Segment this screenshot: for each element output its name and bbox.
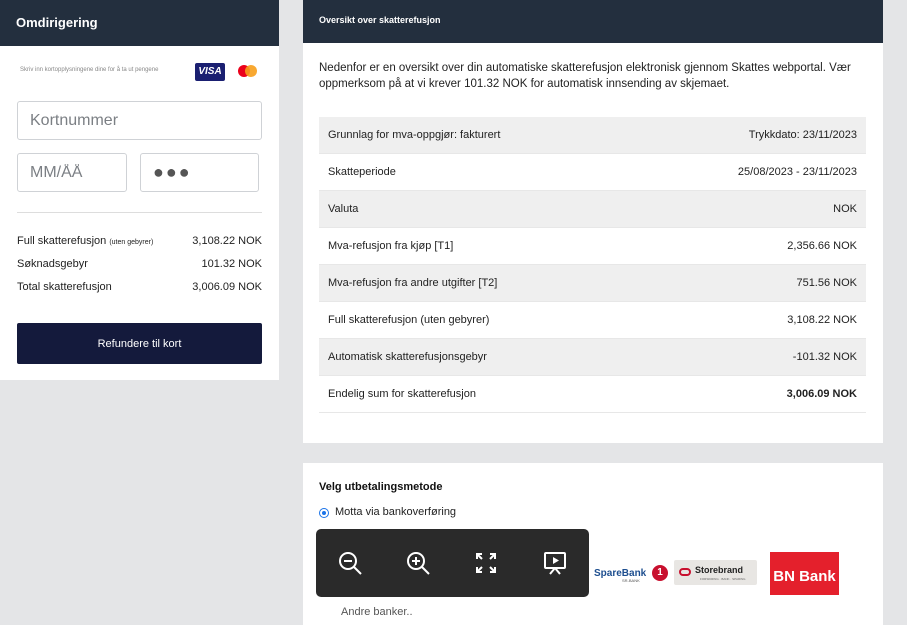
summary-value: 3,006.09 NOK [192,281,262,293]
summary-value: 101.32 NOK [201,258,262,270]
row-value: 25/08/2023 - 23/11/2023 [737,166,857,178]
card-hint-text: Skriv inn kortopplysningene dine for å t… [20,67,159,73]
overview-title: Oversikt over skatterefusjon [303,0,883,43]
mastercard-logo [234,63,264,81]
row-label: Valuta [328,203,359,215]
zoom-out-icon[interactable] [336,549,364,577]
row-value: 2,356.66 NOK [787,240,857,252]
slideshow-icon[interactable] [541,549,569,577]
table-row: Grunnlag for mva-oppgjør: fakturert Tryk… [319,117,866,154]
cvc-input[interactable]: ●●● [140,153,259,192]
summary-label: Full skatterefusjon [17,235,107,247]
divider [17,212,262,213]
table-row-total: Endelig sum for skatterefusjon 3,006.09 … [319,376,866,413]
overview-intro: Nedenfor er en oversikt over din automat… [319,62,851,90]
row-value: 3,006.09 NOK [786,388,857,400]
row-value: 3,108.22 NOK [787,314,857,326]
row-label: Skatteperiode [328,166,396,178]
storebrand-logo[interactable]: Storebrand FORSIKRING · BANK · SPARING [674,560,757,585]
row-value: Trykkdato: 23/11/2023 [748,129,857,141]
row-value: -101.32 NOK [792,351,857,363]
refund-table: Grunnlag for mva-oppgjør: fakturert Tryk… [319,117,866,413]
table-row: Mva-refusjon fra kjøp [T1] 2,356.66 NOK [319,228,866,265]
summary-row-fee: Søknadsgebyr 101.32 NOK [17,258,262,270]
summary-row-full-refund: Full skatterefusjon (uten gebyrer) 3,108… [17,235,262,247]
summary-value: 3,108.22 NOK [192,235,262,247]
zoom-in-icon[interactable] [404,549,432,577]
row-value: 751.56 NOK [796,277,857,289]
table-row: Valuta NOK [319,191,866,228]
storebrand-sub: FORSIKRING · BANK · SPARING [700,577,746,581]
bank-transfer-label[interactable]: Motta via bankoverføring [335,506,456,518]
row-label: Full skatterefusjon (uten gebyrer) [328,314,490,326]
storebrand-name: Storebrand [695,565,744,575]
row-label: Automatisk skatterefusjonsgebyr [328,351,487,363]
summary-label: Søknadsgebyr [17,258,88,270]
card-number-input[interactable] [17,101,262,140]
fullscreen-icon[interactable] [472,549,500,577]
summary-row-total: Total skatterefusjon 3,006.09 NOK [17,281,262,293]
bn-bank-logo[interactable]: BN Bank [770,552,839,595]
summary-label: Total skatterefusjon [17,281,112,293]
table-row: Skatteperiode 25/08/2023 - 23/11/2023 [319,154,866,191]
visa-logo: VISA [195,63,225,81]
summary-note: (uten gebyrer) [109,239,154,246]
refund-to-card-button[interactable]: Refundere til kort [17,323,262,364]
other-banks-link[interactable]: Andre banker.. [341,606,413,618]
table-row: Mva-refusjon fra andre utgifter [T2] 751… [319,265,866,302]
row-label: Endelig sum for skatterefusjon [328,388,476,400]
row-label: Mva-refusjon fra kjøp [T1] [328,240,454,252]
sparebank-logo[interactable]: SpareBank 1 SR-BANK [594,563,668,589]
storebrand-ring-icon [679,568,691,576]
bank-transfer-radio[interactable] [319,508,329,518]
refund-overview-panel: Oversikt over skatterefusjon Nedenfor er… [303,0,883,443]
sparebank-sub: SR-BANK [622,578,640,583]
row-value: NOK [833,203,857,215]
row-label: Mva-refusjon fra andre utgifter [T2] [328,277,498,289]
sparebank-number: 1 [652,565,668,581]
panel-title: Omdirigering [0,0,279,46]
payout-title: Velg utbetalingsmetode [319,481,443,493]
viewer-toolbar [316,529,589,597]
expiry-input[interactable] [17,153,127,192]
table-row: Automatisk skatterefusjonsgebyr -101.32 … [319,339,866,376]
card-details-panel: Omdirigering Skriv inn kortopplysningene… [0,0,279,380]
table-row: Full skatterefusjon (uten gebyrer) 3,108… [319,302,866,339]
row-label: Grunnlag for mva-oppgjør: fakturert [328,129,501,141]
